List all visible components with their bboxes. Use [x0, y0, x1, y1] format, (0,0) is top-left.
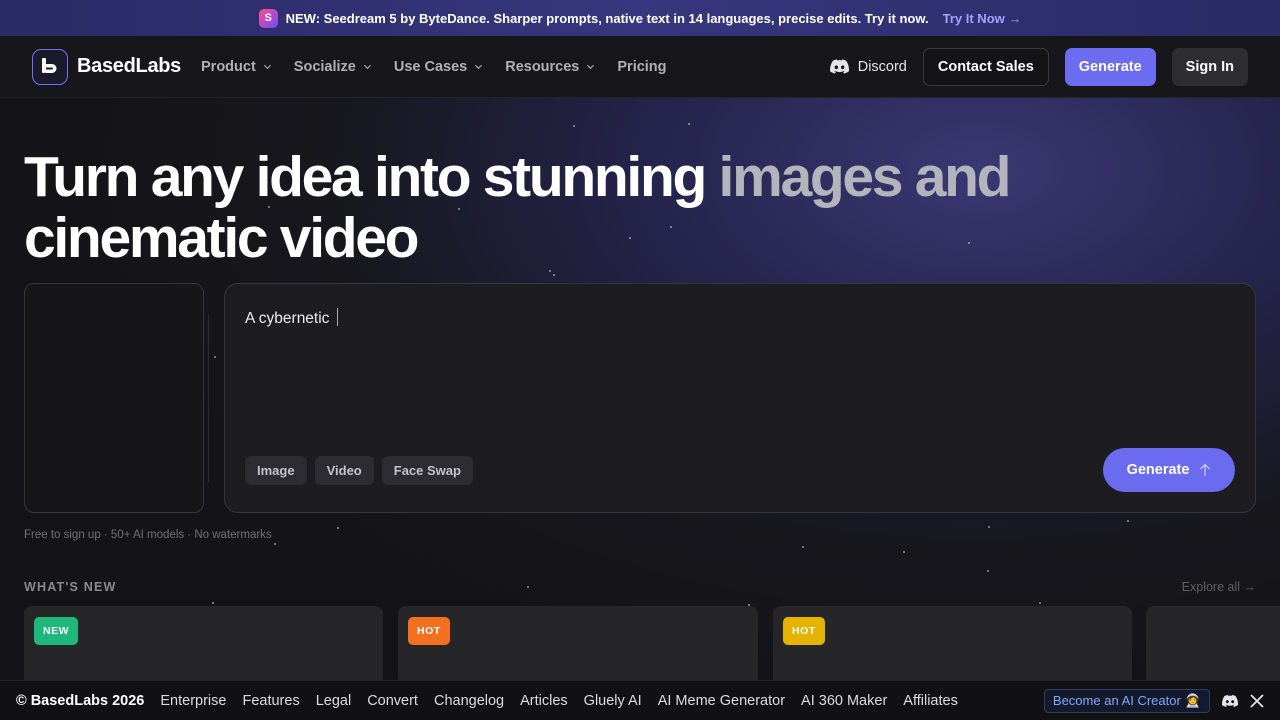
- discord-link[interactable]: Discord: [829, 58, 907, 75]
- prompt-typed-text: A cybernetic: [245, 310, 330, 327]
- whats-new-card[interactable]: [1146, 606, 1280, 686]
- hot-badge: HOT: [783, 617, 825, 645]
- menu-socialize-label: Socialize: [293, 58, 356, 75]
- signup-footnote: Free to sign up · 50+ AI models · No wat…: [24, 529, 272, 541]
- menu-use-cases[interactable]: Use Cases: [394, 59, 483, 75]
- footer-link-enterprise[interactable]: Enterprise: [160, 693, 226, 709]
- try-it-now-link[interactable]: Try It Now →: [943, 11, 1022, 26]
- become-creator-label: Become an AI Creator: [1052, 693, 1181, 708]
- menu-product[interactable]: Product: [201, 59, 272, 75]
- discord-label: Discord: [857, 58, 907, 75]
- hero-title: Turn any idea into stunning images and c…: [24, 147, 1124, 269]
- menu-use-cases-label: Use Cases: [393, 58, 468, 75]
- menu-pricing-label: Pricing: [617, 58, 667, 75]
- footer-links: © BasedLabs 2026 Enterprise Features Leg…: [16, 693, 958, 709]
- footer-link-changelog[interactable]: Changelog: [434, 693, 504, 709]
- footer-actions: Become an AI Creator 🧑‍🚀: [1043, 688, 1264, 713]
- footer: © BasedLabs 2026 Enterprise Features Leg…: [0, 680, 1280, 720]
- mode-chips: Image Video Face Swap: [245, 456, 473, 485]
- nav-generate-button[interactable]: Generate: [1064, 47, 1156, 86]
- chevron-down-icon: [263, 64, 271, 70]
- prompt-generate-label: Generate: [1126, 462, 1190, 478]
- preview-card: [24, 283, 209, 513]
- text-caret: [337, 308, 339, 326]
- seedream-logo-icon: S: [258, 8, 278, 28]
- discord-icon: [829, 59, 849, 74]
- contact-sales-button[interactable]: Contact Sales: [922, 47, 1049, 86]
- announcement-bar: S NEW: Seedream 5 by ByteDance. Sharper …: [0, 0, 1280, 36]
- chevron-down-icon: [587, 64, 595, 70]
- discord-icon[interactable]: [1222, 694, 1238, 707]
- whats-new-card[interactable]: HOT: [773, 606, 1132, 686]
- footer-copyright: © BasedLabs 2026: [16, 692, 145, 709]
- brand-name: BasedLabs: [77, 55, 182, 77]
- prompt-generate-button[interactable]: Generate: [1103, 448, 1235, 492]
- menu-resources[interactable]: Resources: [505, 59, 595, 75]
- prompt-input[interactable]: A cybernetic: [245, 308, 339, 328]
- mode-face-swap-chip[interactable]: Face Swap: [381, 456, 473, 485]
- hero-title-line2: cinematic video: [24, 206, 419, 270]
- footer-link-convert[interactable]: Convert: [367, 693, 418, 709]
- explore-all-link[interactable]: Explore all →: [1182, 580, 1256, 594]
- arrow-up-icon: [1200, 463, 1211, 476]
- become-creator-button[interactable]: Become an AI Creator 🧑‍🚀: [1043, 688, 1210, 713]
- hero-title-dim: images and: [718, 145, 1012, 209]
- hot-badge: HOT: [408, 617, 450, 645]
- footer-link-features[interactable]: Features: [242, 693, 299, 709]
- mode-image-chip[interactable]: Image: [245, 456, 307, 485]
- whats-new-card[interactable]: HOT: [398, 606, 758, 686]
- footer-link-articles[interactable]: Articles: [520, 693, 568, 709]
- sign-in-button[interactable]: Sign In: [1171, 47, 1248, 86]
- nav-actions: Discord Contact Sales Generate Sign In: [829, 47, 1248, 86]
- menu-socialize[interactable]: Socialize: [294, 59, 372, 75]
- hero-title-bright: Turn any idea into stunning: [24, 145, 707, 209]
- top-nav: BasedLabs Product Socialize Use Cases Re…: [0, 36, 1280, 98]
- chevron-down-icon: [363, 64, 371, 70]
- mode-video-chip[interactable]: Video: [314, 456, 374, 485]
- prompt-box[interactable]: A cybernetic Image Video Face Swap Gener…: [224, 283, 1256, 513]
- x-twitter-icon[interactable]: [1250, 693, 1264, 708]
- menu-resources-label: Resources: [505, 58, 580, 75]
- astronaut-icon: 🧑‍🚀: [1184, 692, 1201, 708]
- footer-link-ai-meme-generator[interactable]: AI Meme Generator: [658, 693, 785, 709]
- brand-home-link[interactable]: BasedLabs: [32, 48, 182, 85]
- new-badge: NEW: [34, 617, 78, 645]
- footer-link-ai-360-maker[interactable]: AI 360 Maker: [801, 693, 887, 709]
- footer-link-legal[interactable]: Legal: [316, 693, 351, 709]
- announcement-text: NEW: Seedream 5 by ByteDance. Sharper pr…: [285, 10, 929, 26]
- chevron-down-icon: [475, 64, 483, 70]
- basedlabs-logo-icon: [32, 48, 68, 85]
- whats-new-heading: WHAT'S NEW: [24, 580, 117, 594]
- footer-link-affiliates[interactable]: Affiliates: [903, 693, 958, 709]
- menu-product-label: Product: [201, 58, 256, 75]
- whats-new-card[interactable]: NEW: [24, 606, 383, 686]
- menu-pricing[interactable]: Pricing: [617, 59, 666, 75]
- footer-link-gluely-ai[interactable]: Gluely AI: [584, 693, 642, 709]
- main-menu: Product Socialize Use Cases Resources Pr…: [201, 59, 667, 75]
